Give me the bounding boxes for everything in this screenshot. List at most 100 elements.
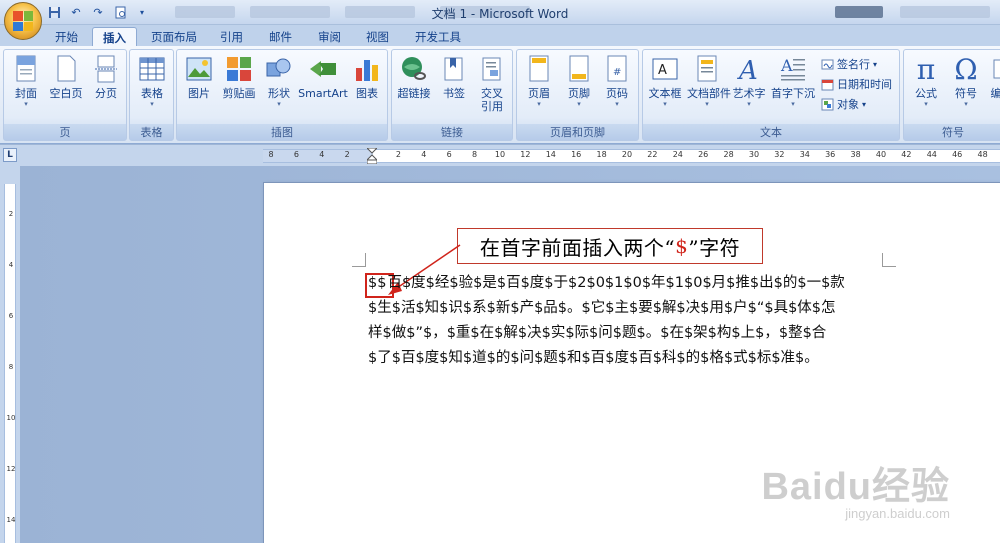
ruler-number: 4 (319, 150, 325, 159)
horizontal-ruler[interactable]: 8 6 4 2 2 4 6 8 10 12 14 16 18 20 22 24 26 28 30 32 34 36 38 40… (263, 148, 1000, 164)
signature-line-icon (821, 58, 834, 71)
chart-button[interactable]: 图表 (347, 54, 387, 124)
ruler-number: 42 (901, 150, 912, 159)
ruler-bar: L 8 6 4 2 2 4 6 8 10 12 14 16 18 20 22 24 26 28 30 32 34 36 38… (0, 145, 1000, 166)
group-symbols: π 公式 ▾ Ω 符号 ▾ 编 符号 (903, 49, 1000, 141)
tab-selector[interactable]: L (3, 148, 17, 162)
blank-page-icon (51, 54, 81, 84)
quick-parts-button[interactable]: 文档部件 ▾ (687, 54, 731, 124)
ruler-number: 4 (8, 261, 14, 269)
shapes-icon (264, 54, 294, 84)
ruler-number: 44 (926, 150, 937, 159)
ruler-number: 34 (799, 150, 810, 159)
dropdown-arrow-icon: ▾ (577, 100, 581, 108)
crop-mark (882, 253, 896, 267)
tab-view[interactable]: 视图 (356, 27, 399, 47)
group-label-text: 文本 (643, 124, 899, 140)
drop-cap-icon: A (778, 54, 808, 84)
shapes-button[interactable]: 形状 ▾ (259, 54, 299, 124)
ruler-number: 38 (850, 150, 861, 159)
page-number-button[interactable]: # 页码 ▾ (597, 54, 637, 124)
clip-art-button[interactable]: 剪贴画 (219, 54, 259, 124)
ruler-number: 12 (520, 150, 531, 159)
ribbon: 封面 ▾ 空白页 分页 页 表格 ▾ 表格 图片 剪贴画 形状 ▾ SmartA… (0, 46, 1000, 144)
indent-marker-icon[interactable] (367, 148, 377, 164)
tab-home[interactable]: 开始 (45, 27, 88, 47)
ruler-number: 28 (723, 150, 734, 159)
cover-page-button[interactable]: 封面 ▾ (6, 54, 46, 124)
tab-page-layout[interactable]: 页面布局 (141, 27, 207, 47)
ruler-number: 8 (268, 150, 274, 159)
text-box-icon: A (650, 54, 680, 84)
dropdown-arrow-icon: ▾ (747, 100, 751, 108)
ruler-number: 20 (621, 150, 633, 159)
vertical-ruler[interactable]: 2 4 6 8 10 12 14 (0, 166, 20, 543)
quick-parts-icon (692, 54, 722, 84)
page-break-button[interactable]: 分页 (86, 54, 126, 124)
blank-page-button[interactable]: 空白页 (46, 54, 86, 124)
text-box-button[interactable]: A 文本框 ▾ (645, 54, 685, 124)
ruler-number: 6 (293, 150, 299, 159)
dropdown-arrow-icon: ▾ (873, 59, 878, 69)
group-header-footer: 页眉 ▾ 页脚 ▾ # 页码 ▾ 页眉和页脚 (516, 49, 639, 141)
text-line: $了$百$度$知$道$的$问$题$和$百$度$百$科$的$格$式$标$准$。 (368, 350, 819, 366)
dropdown-arrow-icon: ▾ (705, 100, 709, 108)
svg-text:A: A (780, 56, 793, 75)
ruler-number: 8 (472, 150, 478, 159)
ruler-number: 46 (952, 150, 963, 159)
title-bar: ↶ ↷ ▾ 文档 1 - Microsoft Word (0, 0, 1000, 25)
footer-icon (564, 54, 594, 84)
tab-developer[interactable]: 开发工具 (405, 27, 471, 47)
dropdown-arrow-icon: ▾ (964, 100, 968, 108)
dropdown-arrow-icon: ▾ (862, 99, 867, 109)
ruler-number: 24 (672, 150, 683, 159)
ruler-number: 10 (494, 150, 506, 159)
equation-button[interactable]: π 公式 ▾ (906, 52, 946, 124)
header-button[interactable]: 页眉 ▾ (519, 54, 559, 124)
blurred-region (900, 6, 990, 18)
pi-icon: π (916, 52, 936, 86)
ruler-number: 14 (6, 516, 16, 524)
ruler-number: 6 (446, 150, 452, 159)
text-line: $生$活$知$识$系$新$产$品$。$它$主$要$解$决$用$户$“$具$体$怎 (368, 300, 836, 316)
crop-mark (352, 253, 366, 267)
symbol-button[interactable]: Ω 符号 ▾ (946, 53, 986, 124)
document-body[interactable]: $$百$度$经$验$是$百$度$于$2$0$1$0$年$1$0$月$推$出$的$… (368, 271, 888, 371)
cross-reference-button[interactable]: 交叉 引用 (472, 54, 512, 124)
group-label-illustrations: 插图 (177, 124, 387, 140)
tab-insert[interactable]: 插入 (92, 27, 137, 47)
footer-button[interactable]: 页脚 ▾ (559, 54, 599, 124)
signature-line-button[interactable]: 签名行 ▾ (821, 56, 877, 72)
wordart-button[interactable]: A 艺术字 ▾ (729, 54, 769, 124)
office-button[interactable] (4, 2, 42, 40)
ruler-number: 36 (825, 150, 836, 159)
bookmark-button[interactable]: 书签 (434, 54, 474, 124)
annotation-callout: 在首字前面插入两个“ $ ”字符 (457, 228, 763, 264)
dropdown-arrow-icon: ▾ (537, 100, 541, 108)
svg-text:A: A (658, 63, 667, 78)
smartart-button[interactable]: SmartArt (297, 54, 349, 124)
date-time-button[interactable]: 日期和时间 (821, 76, 892, 92)
dropdown-arrow-icon: ▾ (924, 100, 928, 108)
tab-references[interactable]: 引用 (210, 27, 253, 47)
page-number-icon: # (602, 54, 632, 84)
hyperlink-button[interactable]: 超链接 (394, 54, 434, 124)
tab-review[interactable]: 审阅 (308, 27, 351, 47)
office-logo-icon (13, 11, 33, 31)
ruler-number: 40 (875, 150, 887, 159)
table-button[interactable]: 表格 ▾ (132, 54, 172, 124)
svg-text:#: # (613, 67, 621, 78)
picture-button[interactable]: 图片 (179, 54, 219, 124)
object-button[interactable]: 对象 ▾ (821, 96, 866, 112)
group-label-links: 链接 (392, 124, 512, 140)
document-page[interactable]: 在首字前面插入两个“ $ ”字符 $$百$度$经$验$是$百$度$于$2$0$1$0… (263, 182, 1000, 543)
clip-art-icon (224, 54, 254, 84)
drop-cap-button[interactable]: A 首字下沉 ▾ (771, 54, 815, 124)
dropdown-arrow-icon: ▾ (24, 100, 28, 108)
group-label-header-footer: 页眉和页脚 (517, 124, 638, 140)
dropdown-arrow-icon: ▾ (791, 100, 795, 108)
tab-mailings[interactable]: 邮件 (259, 27, 302, 47)
group-tables: 表格 ▾ 表格 (129, 49, 174, 141)
ruler-number: 48 (977, 150, 988, 159)
numbering-button[interactable]: 编 (986, 54, 1000, 124)
